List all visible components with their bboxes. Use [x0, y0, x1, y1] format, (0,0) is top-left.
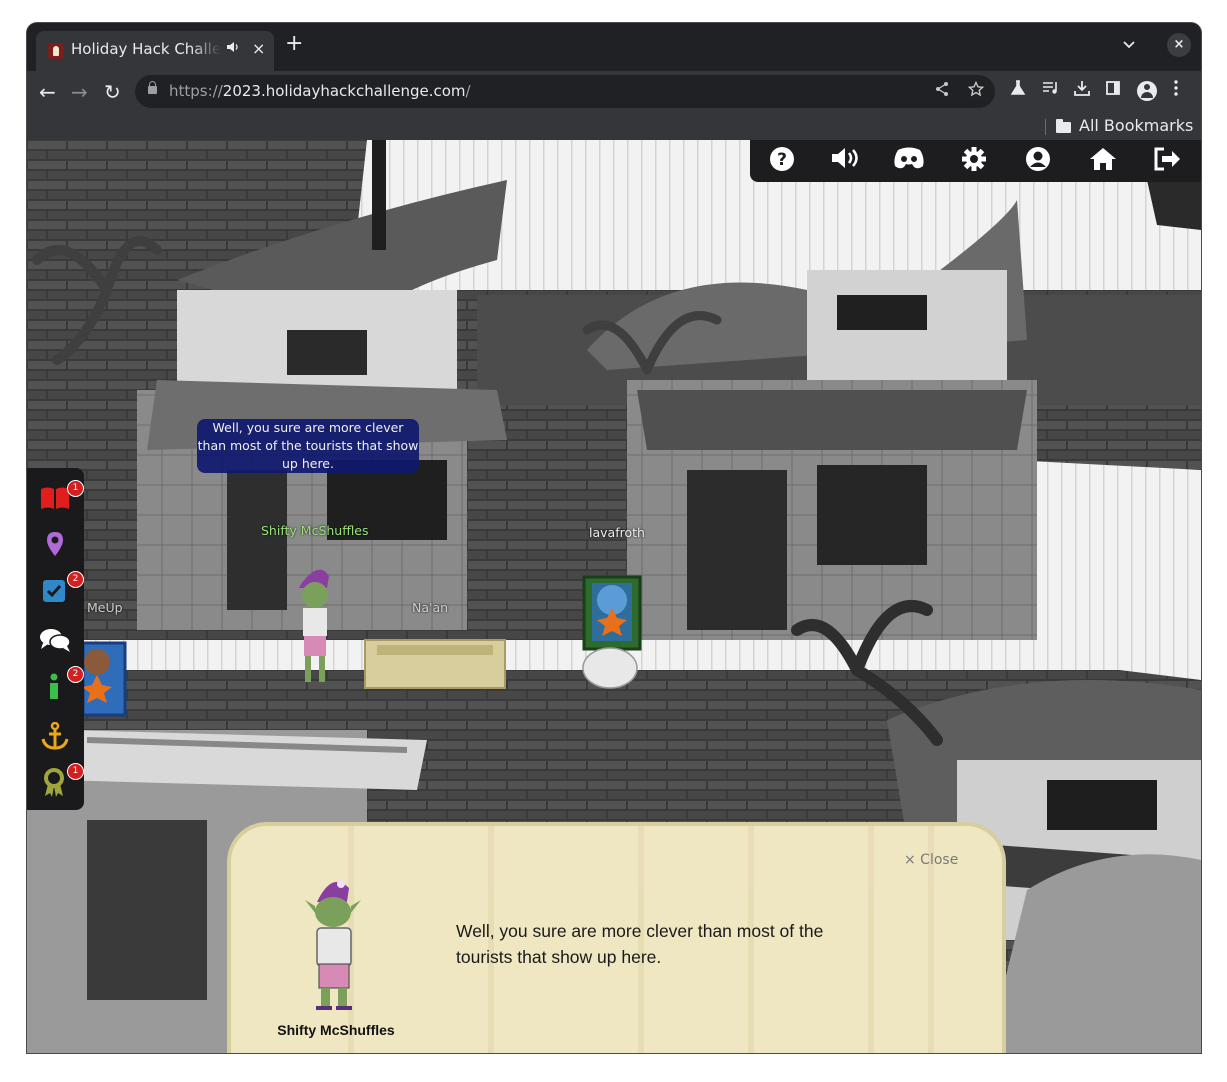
dialog-message: Well, you sure are more clever than most…: [456, 921, 824, 967]
active-tab[interactable]: Holiday Hack Challenge ×: [36, 31, 274, 71]
sidebar-item-anchor[interactable]: [27, 712, 84, 758]
sidebar-info-count: 2: [67, 666, 84, 683]
lavafroth-name-label: lavafroth: [589, 525, 645, 540]
holiday-hack-favicon-icon: [48, 43, 64, 59]
sidebar-item-badge[interactable]: 1: [27, 472, 84, 518]
profile-icon[interactable]: [1021, 146, 1055, 176]
menu-kebab-icon[interactable]: [1174, 80, 1178, 101]
sound-icon[interactable]: [828, 146, 862, 176]
folder-icon: [1056, 119, 1071, 133]
sidebar-badge-count: 1: [67, 480, 84, 497]
new-tab-button[interactable]: +: [285, 33, 303, 55]
url-text: https://2023.holidayhackchallenge.com/: [169, 82, 471, 100]
browser-toolbar: ← → ↻ https://2023.holidayhackchallenge.…: [27, 71, 1201, 115]
shifty-name-label: Shifty McShuffles: [261, 523, 369, 538]
tab-title: Holiday Hack Challenge: [71, 40, 221, 58]
lavafroth-character[interactable]: [582, 575, 642, 689]
share-icon[interactable]: [935, 81, 949, 101]
speaker-icon[interactable]: [226, 41, 240, 57]
tab-close-icon[interactable]: ×: [252, 39, 265, 58]
sidebar-item-chat[interactable]: [27, 616, 84, 662]
naan-name-label: Na'an: [412, 600, 449, 615]
settings-icon[interactable]: [957, 146, 991, 176]
window-close-button[interactable]: ×: [1167, 33, 1191, 57]
game-sidebar: 1 2 2 1: [27, 468, 84, 810]
speech-bubble: Well, you sure are more clever than most…: [197, 419, 419, 473]
npc-dialog: × Close Well, you sure are more clever t…: [227, 822, 1006, 1053]
profile-avatar-icon[interactable]: [1137, 81, 1157, 101]
svg-text:?: ?: [777, 150, 787, 170]
sidebar-objectives-count: 2: [67, 571, 84, 588]
shifty-portrait-icon: [305, 880, 361, 1010]
bookmark-star-icon[interactable]: [967, 80, 985, 101]
tab-strip: Holiday Hack Challenge × + ×: [27, 23, 1201, 71]
tab-search-chevron-icon[interactable]: [1123, 37, 1135, 53]
sidebar-item-achievements[interactable]: 1: [27, 760, 84, 806]
reload-button[interactable]: ↻: [104, 80, 121, 104]
game-viewport[interactable]: ? Well, you sure are more clever than mo: [27, 140, 1201, 1053]
help-icon[interactable]: ?: [765, 146, 799, 176]
logout-icon[interactable]: [1150, 146, 1184, 176]
sidebar-achievements-count: 1: [67, 763, 84, 780]
sidebar-item-map[interactable]: [27, 520, 84, 566]
lock-icon: [148, 81, 157, 94]
dialog-speaker-name: Shifty McShuffles: [277, 1022, 395, 1038]
meup-character[interactable]: [81, 641, 127, 717]
browser-window: Holiday Hack Challenge × + × ← → ↻ https…: [27, 23, 1201, 1053]
sidebar-item-info[interactable]: 2: [27, 664, 84, 710]
back-button[interactable]: ←: [39, 80, 56, 104]
dialog-close-button[interactable]: × Close: [904, 852, 958, 868]
bookmarks-bar: All Bookmarks: [27, 115, 1201, 140]
download-icon[interactable]: [1074, 80, 1090, 101]
sidebar-item-objectives[interactable]: 2: [27, 568, 84, 614]
home-icon[interactable]: [1086, 146, 1120, 176]
game-top-nav: ?: [750, 140, 1201, 182]
side-panel-icon[interactable]: [1106, 80, 1120, 100]
meup-name-label: MeUp: [87, 600, 123, 615]
bookmarks-separator: [1045, 119, 1046, 135]
discord-icon[interactable]: [892, 146, 926, 176]
media-controls-icon[interactable]: [1042, 80, 1059, 100]
address-bar[interactable]: https://2023.holidayhackchallenge.com/: [135, 75, 995, 108]
labs-flask-icon[interactable]: [1010, 80, 1026, 101]
forward-button[interactable]: →: [71, 80, 88, 104]
all-bookmarks-button[interactable]: All Bookmarks: [1079, 116, 1193, 135]
